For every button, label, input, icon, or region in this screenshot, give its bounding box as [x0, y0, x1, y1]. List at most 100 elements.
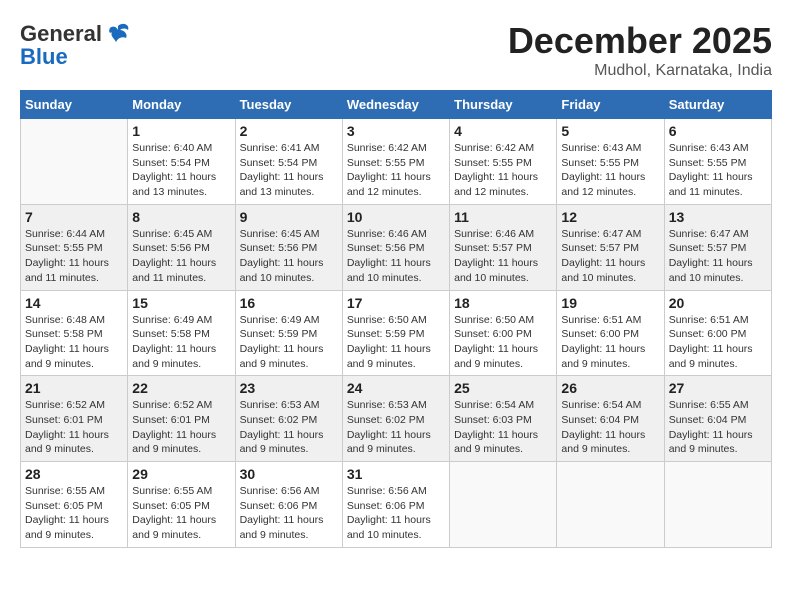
day-number: 8 — [132, 209, 230, 225]
table-row: 26 Sunrise: 6:54 AMSunset: 6:04 PMDayligh… — [557, 376, 664, 462]
table-row: 7 Sunrise: 6:44 AMSunset: 5:55 PMDaylight… — [21, 204, 128, 290]
table-row: 3 Sunrise: 6:42 AMSunset: 5:55 PMDaylight… — [342, 119, 449, 205]
day-info: Sunrise: 6:46 AMSunset: 5:56 PMDaylight:… — [347, 227, 445, 286]
calendar-week-row: 7 Sunrise: 6:44 AMSunset: 5:55 PMDaylight… — [21, 204, 772, 290]
table-row: 13Sunrise: 6:47 AMSunset: 5:57 PMDayligh… — [664, 204, 771, 290]
day-number: 11 — [454, 209, 552, 225]
day-info: Sunrise: 6:46 AMSunset: 5:57 PMDaylight:… — [454, 227, 552, 286]
day-number: 26 — [561, 380, 659, 396]
day-info: Sunrise: 6:51 AMSunset: 6:00 PMDaylight:… — [561, 313, 659, 372]
col-thursday: Thursday — [450, 91, 557, 119]
day-info: Sunrise: 6:47 AMSunset: 5:57 PMDaylight:… — [561, 227, 659, 286]
day-number: 1 — [132, 123, 230, 139]
calendar-header-row: Sunday Monday Tuesday Wednesday Thursday… — [21, 91, 772, 119]
day-info: Sunrise: 6:43 AMSunset: 5:55 PMDaylight:… — [561, 141, 659, 200]
table-row: 5 Sunrise: 6:43 AMSunset: 5:55 PMDaylight… — [557, 119, 664, 205]
calendar-table: Sunday Monday Tuesday Wednesday Thursday… — [20, 90, 772, 548]
table-row: 6 Sunrise: 6:43 AMSunset: 5:55 PMDaylight… — [664, 119, 771, 205]
day-number: 29 — [132, 466, 230, 482]
day-number: 16 — [240, 295, 338, 311]
table-row: 29Sunrise: 6:55 AMSunset: 6:05 PMDayligh… — [128, 462, 235, 548]
day-info: Sunrise: 6:55 AMSunset: 6:05 PMDaylight:… — [25, 484, 123, 543]
col-monday: Monday — [128, 91, 235, 119]
day-number: 20 — [669, 295, 767, 311]
day-number: 27 — [669, 380, 767, 396]
col-friday: Friday — [557, 91, 664, 119]
day-info: Sunrise: 6:54 AMSunset: 6:04 PMDaylight:… — [561, 398, 659, 457]
table-row: 11 Sunrise: 6:46 AMSunset: 5:57 PMDayligh… — [450, 204, 557, 290]
table-row: 25Sunrise: 6:54 AMSunset: 6:03 PMDayligh… — [450, 376, 557, 462]
day-info: Sunrise: 6:41 AMSunset: 5:54 PMDaylight:… — [240, 141, 338, 200]
table-row — [557, 462, 664, 548]
day-info: Sunrise: 6:50 AMSunset: 6:00 PMDaylight:… — [454, 313, 552, 372]
table-row: 19Sunrise: 6:51 AMSunset: 6:00 PMDayligh… — [557, 290, 664, 376]
day-number: 9 — [240, 209, 338, 225]
table-row: 28Sunrise: 6:55 AMSunset: 6:05 PMDayligh… — [21, 462, 128, 548]
table-row: 9 Sunrise: 6:45 AMSunset: 5:56 PMDaylight… — [235, 204, 342, 290]
day-number: 15 — [132, 295, 230, 311]
day-info: Sunrise: 6:53 AMSunset: 6:02 PMDaylight:… — [347, 398, 445, 457]
table-row — [450, 462, 557, 548]
day-info: Sunrise: 6:54 AMSunset: 6:03 PMDaylight:… — [454, 398, 552, 457]
day-number: 17 — [347, 295, 445, 311]
table-row: 16 Sunrise: 6:49 AMSunset: 5:59 PMDayligh… — [235, 290, 342, 376]
table-row: 21Sunrise: 6:52 AMSunset: 6:01 PMDayligh… — [21, 376, 128, 462]
day-info: Sunrise: 6:42 AMSunset: 5:55 PMDaylight:… — [454, 141, 552, 200]
table-row — [21, 119, 128, 205]
day-info: Sunrise: 6:49 AMSunset: 5:59 PMDaylight:… — [240, 313, 338, 372]
location: Mudhol, Karnataka, India — [508, 62, 772, 80]
page-header: General Blue December 2025 Mudhol, Karna… — [20, 20, 772, 80]
table-row: 18 Sunrise: 6:50 AMSunset: 6:00 PMDayligh… — [450, 290, 557, 376]
day-info: Sunrise: 6:45 AMSunset: 5:56 PMDaylight:… — [132, 227, 230, 286]
col-tuesday: Tuesday — [235, 91, 342, 119]
title-section: December 2025 Mudhol, Karnataka, India — [508, 20, 772, 80]
logo: General Blue — [20, 20, 132, 70]
day-info: Sunrise: 6:43 AMSunset: 5:55 PMDaylight:… — [669, 141, 767, 200]
day-number: 3 — [347, 123, 445, 139]
day-number: 6 — [669, 123, 767, 139]
table-row: 8 Sunrise: 6:45 AMSunset: 5:56 PMDaylight… — [128, 204, 235, 290]
logo-bird-icon — [104, 20, 132, 48]
table-row — [664, 462, 771, 548]
day-number: 2 — [240, 123, 338, 139]
day-info: Sunrise: 6:52 AMSunset: 6:01 PMDaylight:… — [25, 398, 123, 457]
logo-blue-text: Blue — [20, 44, 68, 70]
table-row: 4 Sunrise: 6:42 AMSunset: 5:55 PMDaylight… — [450, 119, 557, 205]
day-number: 18 — [454, 295, 552, 311]
day-info: Sunrise: 6:53 AMSunset: 6:02 PMDaylight:… — [240, 398, 338, 457]
calendar-week-row: 1 Sunrise: 6:40 AMSunset: 5:54 PMDaylight… — [21, 119, 772, 205]
day-info: Sunrise: 6:44 AMSunset: 5:55 PMDaylight:… — [25, 227, 123, 286]
day-number: 30 — [240, 466, 338, 482]
day-number: 14 — [25, 295, 123, 311]
day-number: 22 — [132, 380, 230, 396]
table-row: 1 Sunrise: 6:40 AMSunset: 5:54 PMDaylight… — [128, 119, 235, 205]
day-number: 4 — [454, 123, 552, 139]
table-row: 27Sunrise: 6:55 AMSunset: 6:04 PMDayligh… — [664, 376, 771, 462]
calendar-week-row: 21Sunrise: 6:52 AMSunset: 6:01 PMDayligh… — [21, 376, 772, 462]
day-number: 24 — [347, 380, 445, 396]
calendar-week-row: 14Sunrise: 6:48 AMSunset: 5:58 PMDayligh… — [21, 290, 772, 376]
table-row: 30 Sunrise: 6:56 AMSunset: 6:06 PMDayligh… — [235, 462, 342, 548]
table-row: 23 Sunrise: 6:53 AMSunset: 6:02 PMDayligh… — [235, 376, 342, 462]
day-number: 12 — [561, 209, 659, 225]
day-info: Sunrise: 6:45 AMSunset: 5:56 PMDaylight:… — [240, 227, 338, 286]
day-info: Sunrise: 6:51 AMSunset: 6:00 PMDaylight:… — [669, 313, 767, 372]
day-number: 10 — [347, 209, 445, 225]
day-info: Sunrise: 6:42 AMSunset: 5:55 PMDaylight:… — [347, 141, 445, 200]
table-row: 17Sunrise: 6:50 AMSunset: 5:59 PMDayligh… — [342, 290, 449, 376]
table-row: 24 Sunrise: 6:53 AMSunset: 6:02 PMDayligh… — [342, 376, 449, 462]
day-number: 7 — [25, 209, 123, 225]
day-info: Sunrise: 6:56 AMSunset: 6:06 PMDaylight:… — [347, 484, 445, 543]
day-number: 23 — [240, 380, 338, 396]
table-row: 20 Sunrise: 6:51 AMSunset: 6:00 PMDayligh… — [664, 290, 771, 376]
table-row: 12 Sunrise: 6:47 AMSunset: 5:57 PMDayligh… — [557, 204, 664, 290]
table-row: 22Sunrise: 6:52 AMSunset: 6:01 PMDayligh… — [128, 376, 235, 462]
day-number: 31 — [347, 466, 445, 482]
day-info: Sunrise: 6:47 AMSunset: 5:57 PMDaylight:… — [669, 227, 767, 286]
col-saturday: Saturday — [664, 91, 771, 119]
day-info: Sunrise: 6:49 AMSunset: 5:58 PMDaylight:… — [132, 313, 230, 372]
table-row: 2 Sunrise: 6:41 AMSunset: 5:54 PMDaylight… — [235, 119, 342, 205]
day-number: 5 — [561, 123, 659, 139]
day-info: Sunrise: 6:56 AMSunset: 6:06 PMDaylight:… — [240, 484, 338, 543]
day-info: Sunrise: 6:40 AMSunset: 5:54 PMDaylight:… — [132, 141, 230, 200]
